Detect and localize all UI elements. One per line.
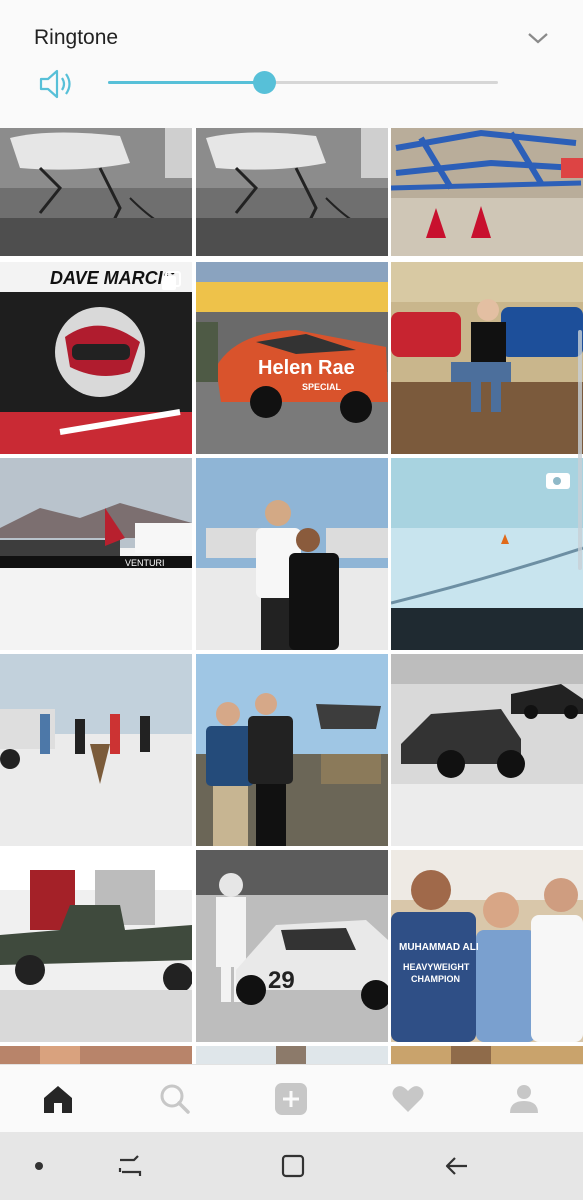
photo-blue-chassis-jack-stands — [391, 128, 583, 256]
photo-tile[interactable] — [196, 128, 388, 256]
trailer-text: VENTURI — [125, 558, 165, 568]
photo-tile[interactable] — [196, 654, 388, 846]
photo-tile[interactable] — [391, 262, 583, 454]
photo-bw-hot-rods — [391, 654, 583, 846]
shirt-text-line2: HEAVYWEIGHT — [403, 962, 470, 972]
photo-tile[interactable] — [0, 654, 192, 846]
photo-tile[interactable] — [0, 1046, 192, 1064]
photo-two-men-sign — [196, 654, 388, 846]
helmet-name-text: DAVE MARCIS — [50, 268, 175, 288]
home-square-icon[interactable] — [277, 1150, 309, 1182]
add-post-icon[interactable] — [273, 1081, 309, 1117]
photo-three-men-tent: MUHAMMAD ALI HEAVYWEIGHT CHAMPION — [391, 850, 583, 1042]
volume-slider[interactable] — [108, 71, 498, 94]
photo-tile[interactable]: 29 — [196, 850, 388, 1042]
photo-tile[interactable]: VENTURI — [0, 458, 192, 650]
video-camera-icon — [546, 473, 570, 489]
photo-tile[interactable] — [391, 654, 583, 846]
photo-tile[interactable] — [196, 458, 388, 650]
photo-tile[interactable]: DAVE MARCIS — [0, 262, 192, 454]
photo-salt-flats-trailer: VENTURI — [0, 458, 192, 650]
speaker-icon[interactable] — [38, 67, 76, 101]
dot-icon — [35, 1162, 43, 1170]
chevron-down-icon[interactable] — [526, 26, 550, 50]
photo-tile[interactable] — [0, 128, 192, 256]
system-navigation-bar — [0, 1132, 583, 1200]
photo-man-seated-racecars — [391, 262, 583, 454]
photo-tile[interactable] — [391, 128, 583, 256]
home-icon[interactable] — [40, 1081, 76, 1117]
photo-tile[interactable]: Helen Rae SPECIAL — [196, 262, 388, 454]
shirt-text-line3: CHAMPION — [411, 974, 460, 984]
volume-stream-title: Ringtone — [34, 26, 119, 49]
photo-partial-3 — [391, 1046, 583, 1064]
photo-tile[interactable] — [0, 850, 192, 1042]
profile-icon[interactable] — [506, 1081, 542, 1117]
photo-tile[interactable]: MUHAMMAD ALI HEAVYWEIGHT CHAMPION — [391, 850, 583, 1042]
photo-grid: DAVE MARCIS Helen Rae SPECIAL VENTURI 29… — [0, 128, 583, 1064]
shirt-text-line1: MUHAMMAD ALI — [399, 942, 479, 953]
heart-icon[interactable] — [390, 1081, 426, 1117]
photo-two-people-salt-flats — [196, 458, 388, 650]
photo-partial-2 — [196, 1046, 388, 1064]
search-icon[interactable] — [157, 1081, 193, 1117]
back-icon[interactable] — [441, 1150, 473, 1182]
photo-car-bodies-workshop — [0, 128, 192, 256]
photo-helen-rae-racecar: Helen Rae SPECIAL — [196, 262, 388, 454]
car-number-text: 29 — [268, 967, 295, 994]
photo-tile[interactable] — [391, 458, 583, 650]
car-name-text: Helen Rae — [258, 357, 355, 379]
photo-crowd-salt-flats — [0, 654, 192, 846]
photo-vintage-truck — [0, 850, 192, 1042]
edge-panel-handle[interactable] — [578, 330, 582, 570]
photo-car-bodies-workshop-2 — [196, 128, 388, 256]
photo-partial-1 — [0, 1046, 192, 1064]
bottom-navigation — [0, 1064, 583, 1133]
volume-panel: Ringtone — [0, 0, 583, 128]
volume-slider-thumb[interactable] — [253, 71, 276, 94]
photo-tile[interactable] — [391, 1046, 583, 1064]
recent-apps-icon[interactable] — [114, 1150, 146, 1182]
multi-photo-icon — [162, 271, 181, 290]
photo-bw-car-29: 29 — [196, 850, 388, 1042]
volume-slider-fill — [108, 81, 264, 84]
car-special-text: SPECIAL — [302, 382, 342, 392]
photo-tile[interactable] — [196, 1046, 388, 1064]
